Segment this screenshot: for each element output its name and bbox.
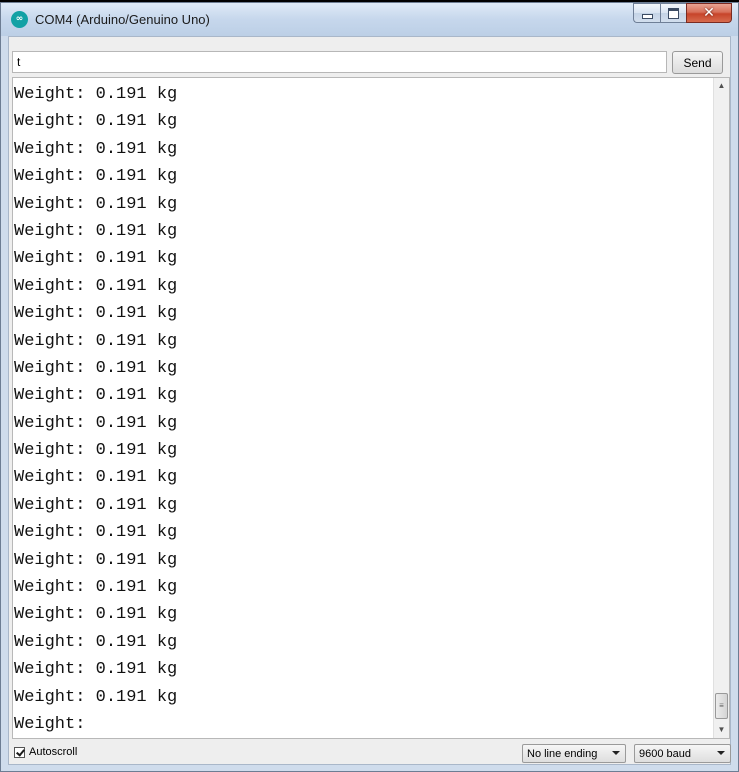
caption-buttons: ✕: [633, 3, 732, 23]
send-button[interactable]: Send: [672, 51, 723, 74]
line-ending-value: No line ending: [527, 747, 598, 760]
serial-monitor-client: Send Weight: 0.191 kgWeight: 0.191 kgWei…: [8, 36, 731, 765]
output-line: Weight: 0.191 kg: [14, 331, 178, 351]
arduino-icon: ∞: [11, 11, 28, 28]
minimize-button[interactable]: [633, 3, 660, 23]
maximize-button[interactable]: [660, 3, 686, 23]
chevron-down-icon: [717, 751, 725, 755]
scroll-down-arrow-icon[interactable]: ▼: [714, 722, 729, 738]
chevron-down-icon: [612, 751, 620, 755]
output-line: Weight: 0.191 kg: [14, 167, 178, 187]
baud-rate-select[interactable]: 9600 baud: [634, 744, 731, 763]
output-line: Weight:: [14, 714, 86, 734]
output-line: Weight: 0.191 kg: [14, 523, 178, 543]
scroll-up-arrow-icon[interactable]: ▲: [714, 78, 729, 94]
line-ending-select[interactable]: No line ending: [522, 744, 626, 763]
window-title: COM4 (Arduino/Genuino Uno): [35, 12, 210, 27]
output-line: Weight: 0.191 kg: [14, 221, 178, 241]
output-lines: Weight: 0.191 kg Weight: 0.191 kg Weight: …: [14, 81, 177, 738]
output-line: Weight: 0.191 kg: [14, 249, 178, 269]
output-line: Weight: 0.191 kg: [14, 468, 178, 488]
output-line: Weight: 0.191 kg: [14, 139, 178, 159]
output-line: Weight: 0.191 kg: [14, 687, 178, 707]
output-line: Weight: 0.191 kg: [14, 550, 178, 570]
output-line: Weight: 0.191 kg: [14, 632, 178, 652]
status-bar: Autoscroll No line ending 9600 baud: [9, 742, 731, 764]
close-button[interactable]: ✕: [686, 3, 732, 23]
output-line: Weight: 0.191 kg: [14, 413, 178, 433]
serial-output[interactable]: Weight: 0.191 kg Weight: 0.191 kg Weight: …: [12, 77, 730, 739]
autoscroll-label: Autoscroll: [29, 746, 78, 758]
maximize-icon: [668, 7, 679, 19]
output-line: Weight: 0.191 kg: [14, 276, 178, 296]
close-icon: ✕: [703, 5, 715, 21]
output-line: Weight: 0.191 kg: [14, 605, 178, 625]
scroll-thumb[interactable]: ≡: [715, 693, 728, 719]
output-line: Weight: 0.191 kg: [14, 578, 178, 598]
output-line: Weight: 0.191 kg: [14, 112, 178, 132]
output-line: Weight: 0.191 kg: [14, 358, 178, 378]
output-line: Weight: 0.191 kg: [14, 386, 178, 406]
autoscroll-toggle[interactable]: Autoscroll: [14, 746, 77, 758]
vertical-scrollbar[interactable]: ▲ ≡ ▼: [713, 78, 729, 738]
output-line: Weight: 0.191 kg: [14, 441, 178, 461]
send-input[interactable]: [12, 51, 667, 73]
output-line: Weight: 0.191 kg: [14, 495, 178, 515]
autoscroll-checkbox[interactable]: [14, 746, 25, 758]
output-line: Weight: 0.191 kg: [14, 194, 178, 214]
output-line: Weight: 0.191 kg: [14, 660, 178, 680]
title-bar[interactable]: ∞ COM4 (Arduino/Genuino Uno) ✕: [1, 3, 738, 36]
output-line: Weight: 0.191 kg: [14, 85, 178, 104]
minimize-icon: [641, 13, 653, 19]
output-line: Weight: 0.191 kg: [14, 304, 178, 324]
serial-monitor-window: ∞ COM4 (Arduino/Genuino Uno) ✕ Send Weig…: [0, 2, 739, 772]
baud-rate-value: 9600 baud: [639, 747, 691, 760]
